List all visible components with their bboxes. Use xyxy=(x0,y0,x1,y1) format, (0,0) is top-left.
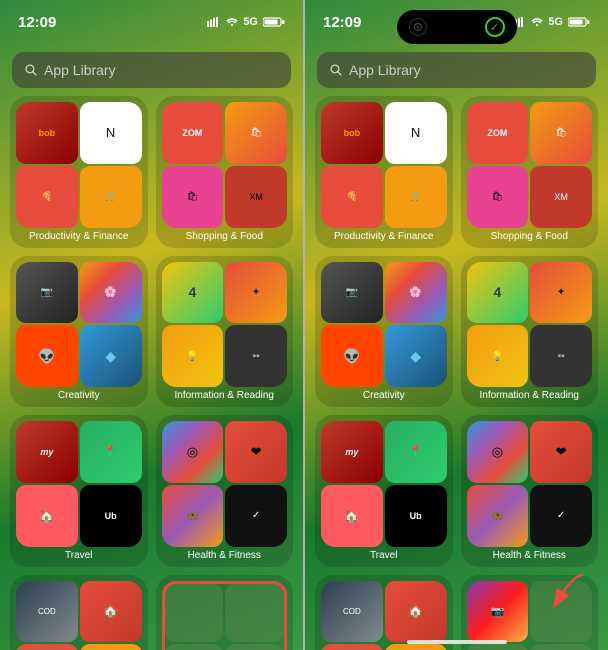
folder-hidden-left[interactable]: Hidden xyxy=(156,575,294,650)
status-icons-left: 5G xyxy=(207,16,285,28)
folder-label-travel-left: Travel xyxy=(65,550,92,561)
folder-label-shopping-right: Shopping & Food xyxy=(491,231,568,242)
folder-label-creativity-right: Creativity xyxy=(363,390,405,401)
search-text-right: App Library xyxy=(349,62,421,78)
folder-travel-left[interactable]: my 📍 🏠 Ub Travel xyxy=(10,415,148,567)
folder-other-right[interactable]: COD 🏠 tel UC Other xyxy=(315,575,453,650)
di-checkmark xyxy=(485,17,505,37)
folder-label-creativity-left: Creativity xyxy=(58,390,100,401)
search-bar-left[interactable]: App Library xyxy=(12,52,291,88)
folder-label-reading-left: Information & Reading xyxy=(174,390,274,401)
folder-other-left[interactable]: COD 🏠 tel UC Other xyxy=(10,575,148,650)
dynamic-island xyxy=(397,10,517,44)
home-indicator xyxy=(407,640,507,644)
folder-label-reading-right: Information & Reading xyxy=(479,390,579,401)
folder-productivity-left[interactable]: bob N 🍕 🛒 Productivity & Finance xyxy=(10,96,148,248)
folder-productivity-right[interactable]: bob N 🍕 🛒 Productivity & Finance xyxy=(315,96,453,248)
search-bar-right[interactable]: App Library xyxy=(317,52,596,88)
folder-label-health-right: Health & Fitness xyxy=(493,550,566,561)
folder-shopping-right[interactable]: ZOM 🛍 🛍 XM Shopping & Food xyxy=(461,96,599,248)
folder-label-health-left: Health & Fitness xyxy=(188,550,261,561)
folder-label-travel-right: Travel xyxy=(370,550,397,561)
folder-reading-left[interactable]: 4 ✦ 💡 ▪▪ Information & Reading xyxy=(156,256,294,408)
app-grid-right: bob N 🍕 🛒 Productivity & Finance ZOM 🛍 🛍… xyxy=(305,96,608,650)
left-screen: 12:09 5G App Library bob N 🍕 🛒 Pr xyxy=(0,0,303,650)
folder-travel-right[interactable]: my 📍 🏠 Ub Travel xyxy=(315,415,453,567)
folder-health-right[interactable]: ◎ ❤ 🦋 ✓ Health & Fitness xyxy=(461,415,599,567)
time-left: 12:09 xyxy=(18,14,56,31)
di-camera xyxy=(409,18,427,36)
status-icons-right: 5G xyxy=(512,16,590,28)
folder-label-productivity-left: Productivity & Finance xyxy=(29,231,129,242)
folder-hidden-right[interactable]: 📷 Hidden xyxy=(461,575,599,650)
status-bar-left: 12:09 5G xyxy=(0,0,303,44)
folder-health-left[interactable]: ◎ ❤ 🦋 ✓ Health & Fitness xyxy=(156,415,294,567)
time-right: 12:09 xyxy=(323,14,361,31)
search-text-left: App Library xyxy=(44,62,116,78)
folder-shopping-left[interactable]: ZOM 🛍 🛍 XM Shopping & Food xyxy=(156,96,294,248)
folder-label-shopping-left: Shopping & Food xyxy=(186,231,263,242)
right-screen: 12:09 5G App Library bob N 🍕 🛒 Productiv… xyxy=(305,0,608,650)
folder-label-productivity-right: Productivity & Finance xyxy=(334,231,434,242)
folder-creativity-right[interactable]: 📷 🌸 👽 ◆ Creativity xyxy=(315,256,453,408)
app-grid-left: bob N 🍕 🛒 Productivity & Finance ZOM 🛍 🛍… xyxy=(0,96,303,650)
folder-reading-right[interactable]: 4 ✦ 💡 ▪▪ Information & Reading xyxy=(461,256,599,408)
folder-creativity-left[interactable]: 📷 🌸 👽 ◆ Creativity xyxy=(10,256,148,408)
